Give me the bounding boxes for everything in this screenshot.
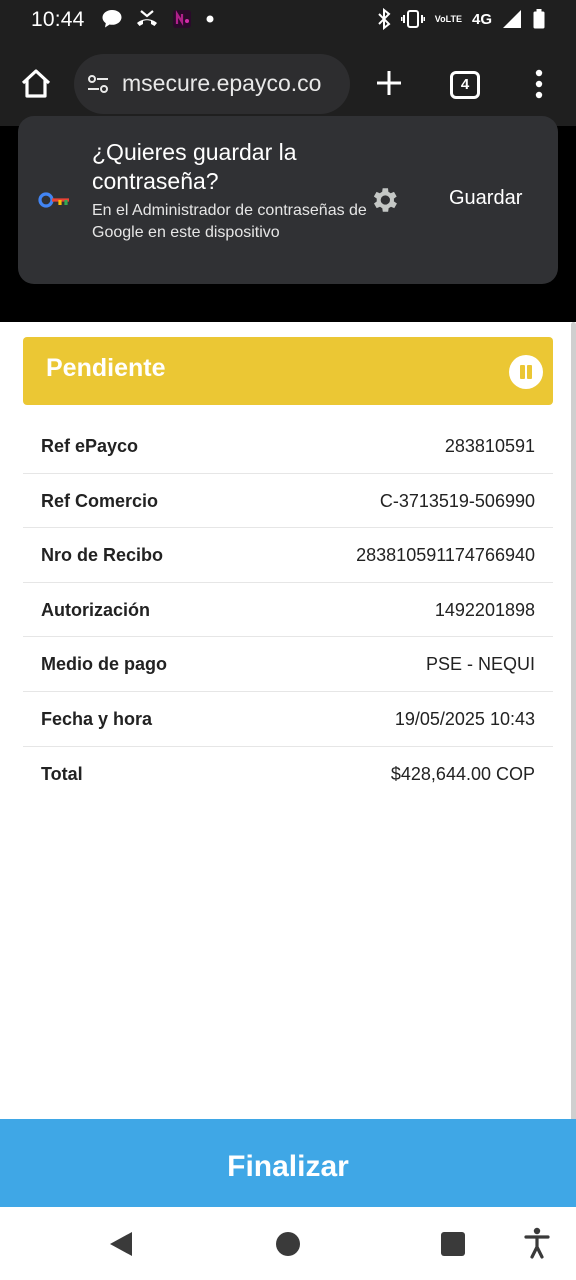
home-button[interactable] [18, 66, 54, 102]
network-type: 4G [471, 10, 492, 28]
password-prompt-title: ¿Quieres guardar la contraseña? [92, 139, 297, 194]
detail-value: C-3713519-506990 [379, 490, 535, 511]
detail-row: Nro de Recibo 283810591174766940 [23, 528, 553, 583]
plus-icon [377, 71, 401, 95]
system-icons: Vo LTE 4G [377, 8, 546, 30]
site-settings-icon[interactable] [86, 72, 110, 96]
recent-apps-icon[interactable] [441, 1232, 465, 1256]
detail-value: PSE - NEQUI [425, 654, 535, 675]
detail-label: Fecha y hora [41, 708, 153, 729]
system-nav-bar [0, 1207, 576, 1280]
battery-icon [532, 8, 546, 30]
url-text[interactable]: msecure.epayco.co [122, 70, 340, 97]
notification-icons [101, 9, 215, 29]
detail-value: 283810591174766940 [356, 545, 535, 566]
save-password-button[interactable]: Guardar [449, 187, 522, 210]
status-time: 10:44 [31, 8, 85, 31]
missed-call-icon [135, 9, 159, 29]
detail-label: Ref ePayco [41, 436, 139, 456]
google-key-icon [38, 190, 74, 210]
gear-icon[interactable] [368, 184, 400, 216]
detail-value: 283810591 [444, 436, 535, 456]
tab-switcher-button[interactable]: 4 [450, 71, 480, 99]
detail-value: 19/05/2025 10:43 [394, 708, 535, 729]
detail-label: Autorización [41, 599, 151, 620]
status-bar: 10:44 Vo LTE 4G [0, 0, 576, 42]
status-label: Pendiente [46, 354, 166, 382]
detail-row: Fecha y hora 19/05/2025 10:43 [23, 692, 553, 747]
app-icon [171, 9, 193, 29]
finish-button[interactable]: Finalizar [0, 1119, 576, 1207]
volte-icon: Vo LTE [434, 14, 462, 24]
detail-row: Ref Comercio C-3713519-506990 [23, 474, 553, 529]
detail-label: Nro de Recibo [41, 545, 164, 566]
more-vert-icon [535, 69, 543, 99]
detail-row: Autorización 1492201898 [23, 583, 553, 638]
detail-label: Medio de pago [41, 654, 167, 675]
page-scrollbar[interactable] [571, 322, 576, 1194]
status-banner: Pendiente [23, 337, 553, 405]
dot-icon [205, 14, 215, 24]
vibrate-icon [400, 9, 425, 29]
detail-label: Total [41, 763, 83, 784]
detail-row: Ref ePayco 283810591 [23, 419, 553, 474]
accessibility-icon[interactable] [522, 1227, 552, 1259]
password-prompt-description: En el Administrador de contraseñas de Go… [92, 202, 367, 241]
bluetooth-icon [377, 8, 391, 30]
detail-value: $428,644.00 COP [390, 763, 535, 784]
password-save-prompt: ¿Quieres guardar la contraseña? En el Ad… [18, 116, 558, 284]
new-tab-button[interactable] [373, 67, 405, 99]
detail-row: Medio de pago PSE - NEQUI [23, 637, 553, 692]
chat-icon [101, 9, 123, 29]
detail-label: Ref Comercio [41, 490, 159, 511]
detail-value: 1492201898 [434, 599, 535, 620]
back-icon[interactable] [108, 1231, 134, 1257]
nav-home-icon[interactable] [276, 1232, 300, 1256]
browser-menu-button[interactable] [526, 68, 552, 100]
transaction-details: Ref ePayco 283810591 Ref Comercio C-3713… [23, 419, 553, 801]
detail-row: Total $428,644.00 COP [23, 747, 553, 802]
url-bar[interactable]: msecure.epayco.co [74, 54, 350, 114]
browser-toolbar: msecure.epayco.co 4 [0, 42, 576, 126]
signal-icon [502, 9, 522, 29]
pause-icon [509, 355, 543, 389]
home-icon [21, 69, 51, 98]
